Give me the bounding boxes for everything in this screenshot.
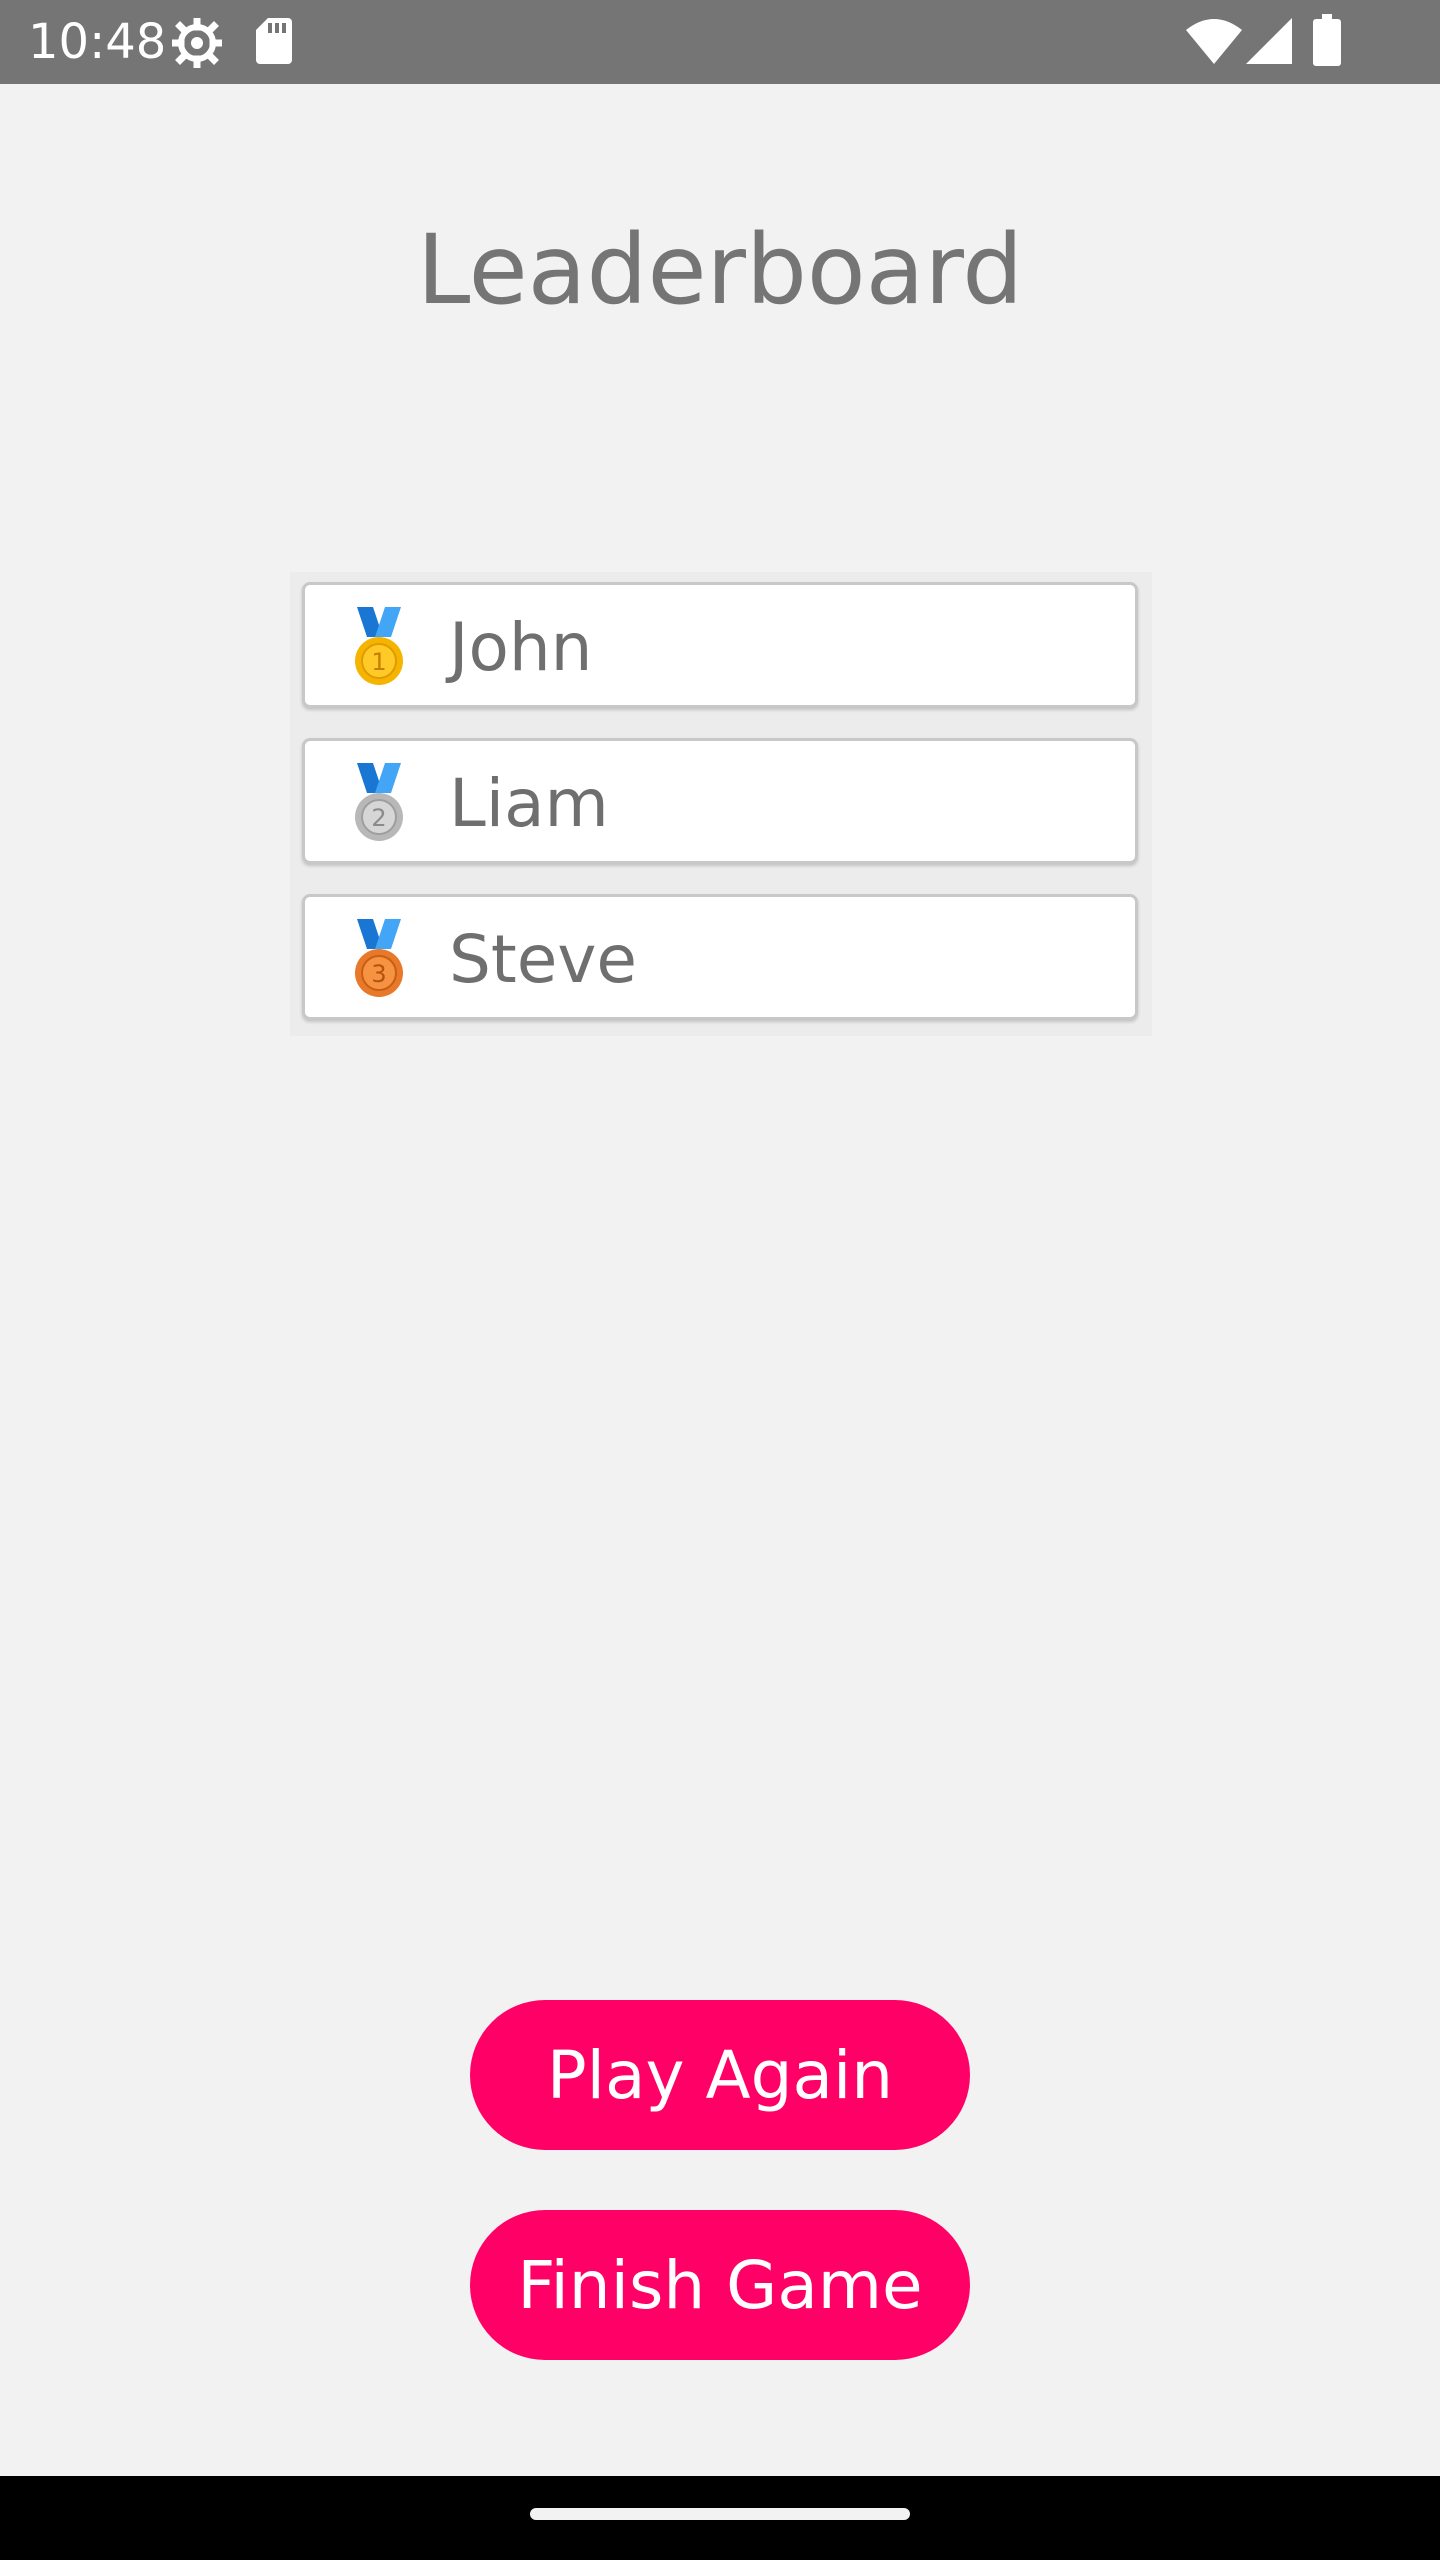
svg-text:2: 2 — [371, 804, 386, 832]
bronze-medal-icon: 3 — [355, 919, 403, 997]
cell-signal-icon — [1246, 18, 1292, 64]
silver-medal-icon: 2 — [355, 763, 403, 841]
page-title: Leaderboard — [416, 214, 1024, 326]
home-gesture-handle[interactable] — [530, 2508, 910, 2520]
svg-text:3: 3 — [371, 960, 386, 988]
finish-game-button[interactable]: Finish Game — [470, 2210, 970, 2360]
leaderboard-list: 1 John 2 Liam 3 Steve — [290, 572, 1152, 1036]
player-name: John — [449, 609, 593, 686]
player-name: Steve — [449, 921, 638, 998]
settings-gear-icon — [172, 18, 222, 68]
gold-medal-icon: 1 — [355, 607, 403, 685]
navigation-bar — [0, 2476, 1440, 2560]
wifi-icon — [1186, 19, 1242, 64]
play-again-button[interactable]: Play Again — [470, 2000, 970, 2150]
svg-text:1: 1 — [371, 648, 386, 676]
player-name: Liam — [449, 765, 609, 842]
status-bar: 10:48 — [0, 0, 1440, 84]
sd-card-icon — [256, 18, 292, 64]
leaderboard-row: 2 Liam — [302, 738, 1138, 864]
battery-icon — [1313, 14, 1341, 66]
leaderboard-row: 3 Steve — [302, 894, 1138, 1020]
leaderboard-row: 1 John — [302, 582, 1138, 708]
status-time: 10:48 — [28, 14, 167, 70]
